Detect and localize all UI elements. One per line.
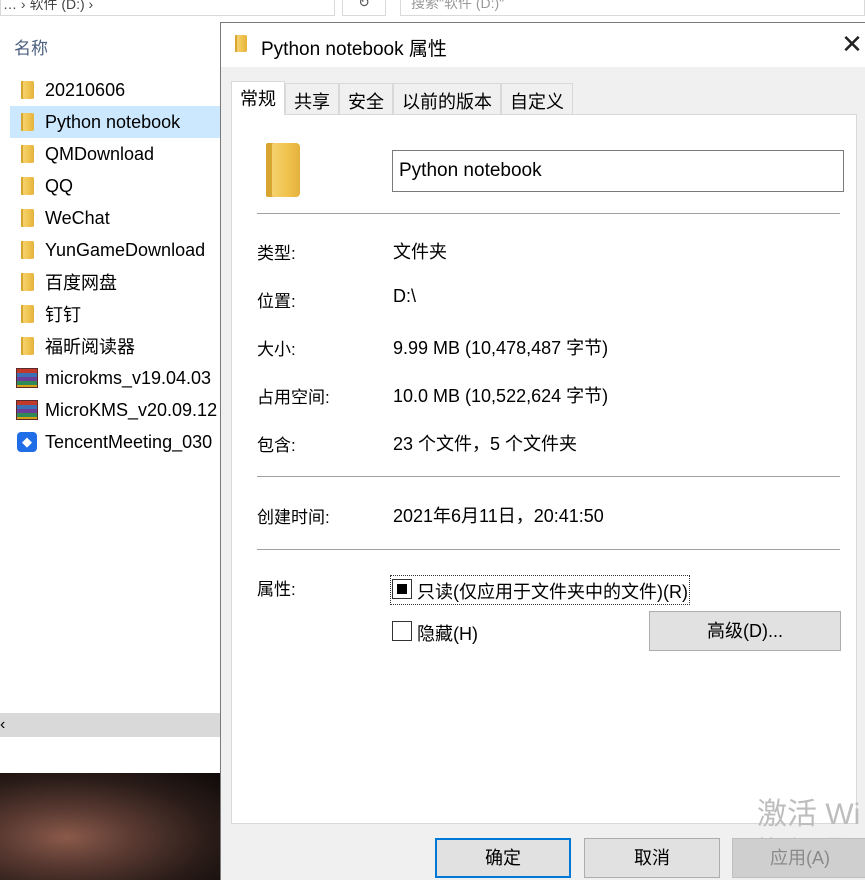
size-label: 大小:	[257, 340, 296, 359]
list-item-label: 百度网盘	[45, 273, 117, 293]
list-item[interactable]: QMDownload	[10, 138, 224, 170]
tab-0[interactable]: 常规	[231, 81, 285, 115]
list-item-label: microkms_v19.04.03	[45, 367, 212, 388]
properties-dialog: Python notebook 属性 ✕ 常规共享安全以前的版本自定义 类型: …	[220, 22, 865, 880]
tab-1[interactable]: 共享	[285, 83, 339, 115]
hidden-label[interactable]: 隐藏(H)	[417, 620, 478, 646]
tab-strip: 常规 共享 安全 以前的版本 自定义	[231, 81, 573, 115]
status-bar	[0, 737, 222, 773]
location-value: D:\	[393, 286, 417, 306]
list-item-label: YunGameDownload	[45, 239, 206, 260]
folder-icon	[235, 35, 249, 53]
divider	[257, 476, 840, 477]
list-item[interactable]: 福昕阅读器	[10, 330, 224, 362]
list-item-label: WeChat	[45, 207, 110, 228]
list-item[interactable]: MicroKMS_v20.09.12	[10, 394, 224, 426]
type-value: 文件夹	[393, 242, 447, 262]
activation-watermark: 激活 Wi	[757, 798, 861, 831]
indeterminate-mark	[397, 584, 407, 594]
dialog-titlebar[interactable]: Python notebook 属性 ✕	[221, 23, 865, 67]
list-item-label: 20210606	[45, 79, 126, 100]
hidden-checkbox[interactable]	[392, 621, 412, 641]
folder-icon	[16, 239, 38, 261]
refresh-icon: ↻	[358, 0, 370, 10]
rar-archive-icon	[16, 399, 38, 421]
tab-2[interactable]: 安全	[339, 83, 393, 115]
folder-icon	[16, 143, 38, 165]
list-item[interactable]: microkms_v19.04.03	[10, 362, 224, 394]
horizontal-scrollbar[interactable]	[0, 713, 222, 737]
advanced-button[interactable]: 高级(D)...	[649, 611, 841, 651]
file-list: 20210606 Python notebook QMDownload QQ WeCha…	[10, 74, 224, 458]
list-item-label: Python notebook	[45, 111, 181, 132]
column-header-name[interactable]: 名称	[14, 34, 48, 59]
webcam-overlay	[0, 773, 222, 880]
list-item[interactable]: WeChat	[10, 202, 224, 234]
address-bar[interactable]: … › 软件 (D:) ›	[0, 0, 335, 16]
tab-3[interactable]: 以前的版本	[393, 83, 501, 115]
size-on-disk-value: 10.0 MB (10,522,624 字节)	[393, 386, 609, 406]
folder-icon	[16, 175, 38, 197]
list-item-label: 钉钉	[45, 305, 81, 325]
rar-archive-icon	[16, 367, 38, 389]
created-label: 创建时间:	[257, 508, 330, 527]
list-item[interactable]: 钉钉	[10, 298, 224, 330]
list-item-label: TencentMeeting_030	[45, 431, 213, 452]
list-item[interactable]: YunGameDownload	[10, 234, 224, 266]
apply-button[interactable]: 应用(A)	[732, 838, 865, 878]
folder-icon	[16, 79, 38, 101]
refresh-button[interactable]: ↻	[342, 0, 386, 16]
folder-icon	[16, 271, 38, 293]
list-item[interactable]: ◆ TencentMeeting_030	[10, 426, 224, 458]
explorer-toolbar: … › 软件 (D:) › ↻ 搜索"软件 (D:)"	[0, 0, 865, 22]
type-label: 类型:	[257, 244, 296, 263]
attributes-label: 属性:	[257, 580, 296, 599]
created-value: 2021年6月11日，20:41:50	[393, 506, 604, 526]
location-label: 位置:	[257, 292, 296, 311]
list-item-label: QMDownload	[45, 143, 155, 164]
tab-panel-general: 类型: 文件夹 位置: D:\ 大小: 9.99 MB (10,478,487 …	[231, 114, 857, 824]
ok-button[interactable]: 确定	[435, 838, 571, 878]
readonly-checkbox[interactable]	[392, 579, 412, 599]
folder-name-field[interactable]	[392, 150, 844, 192]
folder-icon	[266, 143, 302, 199]
divider	[257, 549, 840, 550]
scroll-left-arrow-icon[interactable]: ‹	[0, 713, 12, 737]
list-item[interactable]: Python notebook	[10, 106, 224, 138]
dialog-title: Python notebook 属性	[261, 39, 447, 60]
size-value: 9.99 MB (10,478,487 字节)	[393, 338, 609, 358]
search-input[interactable]: 搜索"软件 (D:)"	[400, 0, 865, 16]
contains-label: 包含:	[257, 436, 296, 455]
list-item[interactable]: QQ	[10, 170, 224, 202]
cancel-button[interactable]: 取消	[584, 838, 720, 878]
close-icon: ✕	[841, 29, 863, 59]
list-item-label: MicroKMS_v20.09.12	[45, 399, 218, 420]
tencent-meeting-icon: ◆	[16, 431, 38, 453]
list-item[interactable]: 百度网盘	[10, 266, 224, 298]
divider	[257, 213, 840, 214]
contains-value: 23 个文件，5 个文件夹	[393, 434, 578, 454]
size-on-disk-label: 占用空间:	[257, 388, 330, 407]
folder-icon	[16, 207, 38, 229]
list-item[interactable]: 20210606	[10, 74, 224, 106]
readonly-label[interactable]: 只读(仅应用于文件夹中的文件)(R)	[417, 578, 688, 604]
list-item-label: 福昕阅读器	[45, 337, 135, 357]
tab-4[interactable]: 自定义	[501, 83, 573, 115]
close-button[interactable]: ✕	[839, 31, 865, 59]
folder-icon	[16, 111, 38, 133]
folder-icon	[16, 335, 38, 357]
list-item-label: QQ	[45, 175, 74, 196]
folder-icon	[16, 303, 38, 325]
